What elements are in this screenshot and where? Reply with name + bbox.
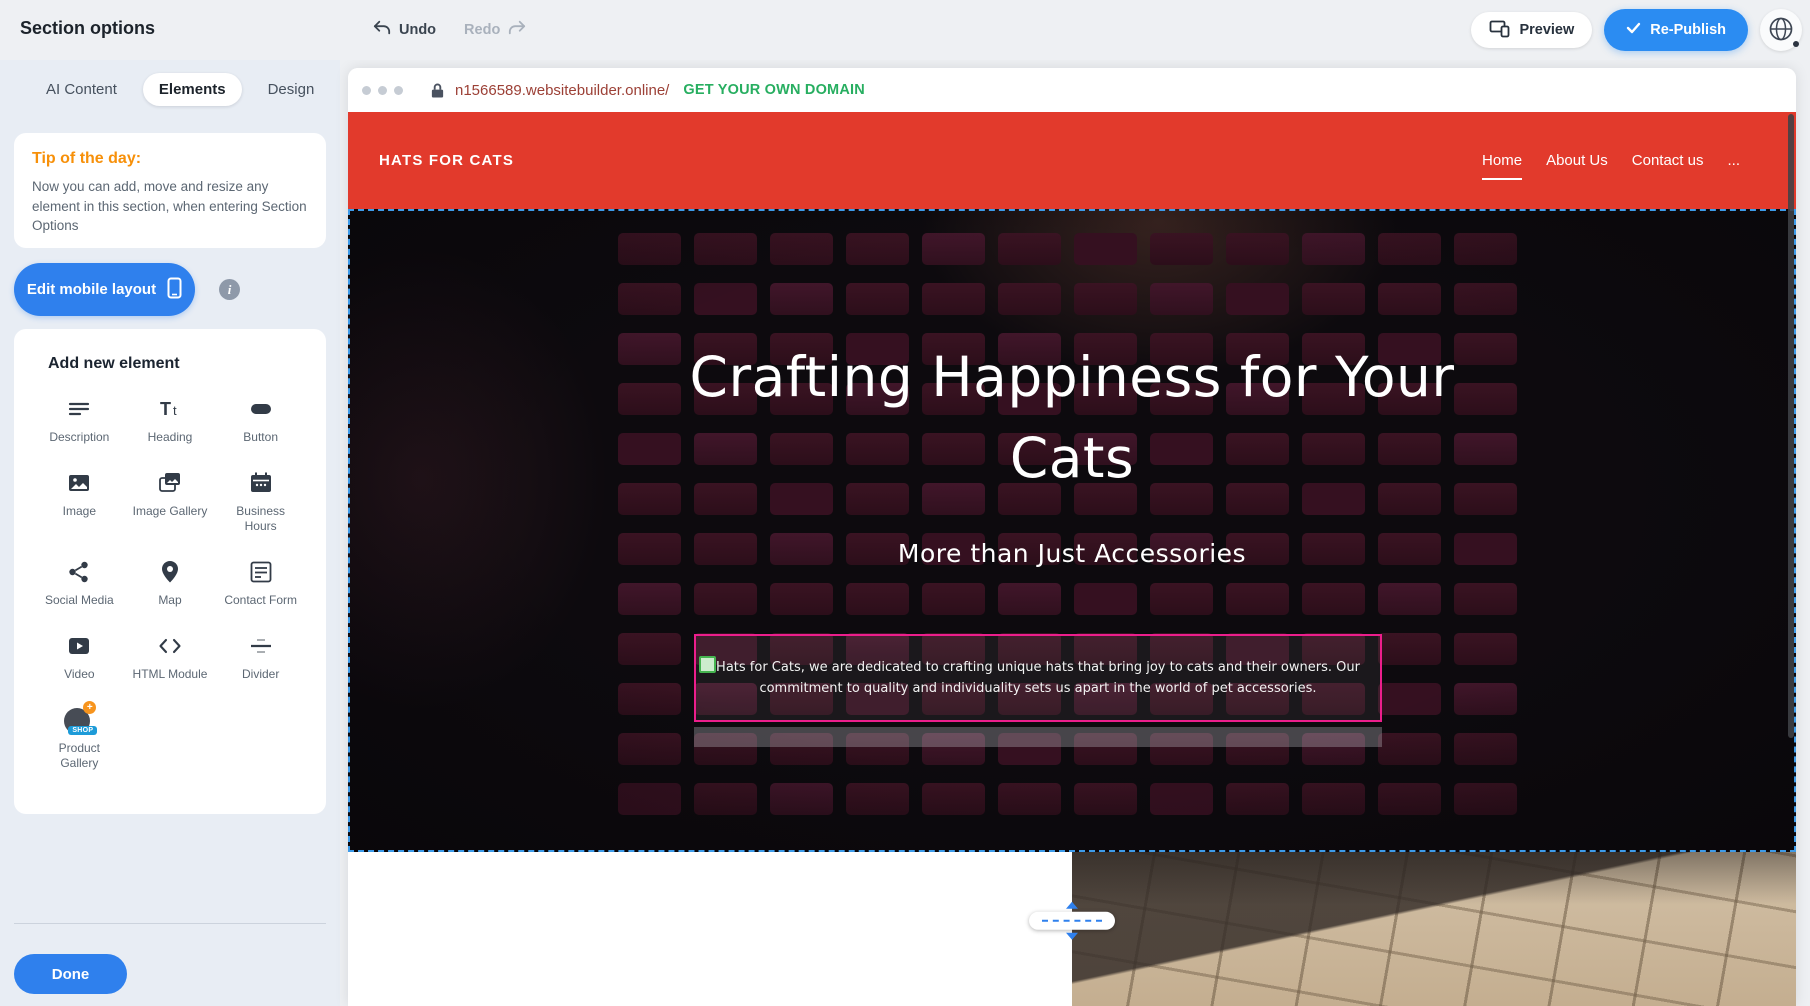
element-video[interactable]: Video xyxy=(34,632,125,682)
window-dot xyxy=(362,86,371,95)
hero-subheading[interactable]: More than Just Accessories xyxy=(898,539,1246,568)
tip-title: Tip of the day: xyxy=(32,150,308,168)
add-element-panel: Add new element Description Tt Heading xyxy=(14,329,326,814)
edit-mobile-layout-button[interactable]: Edit mobile layout xyxy=(14,263,195,316)
nav-home[interactable]: Home xyxy=(1482,152,1522,169)
element-image-gallery[interactable]: Image Gallery xyxy=(125,469,216,534)
site-url[interactable]: n1566589.websitebuilder.online/ xyxy=(455,82,669,99)
preview-label: Preview xyxy=(1519,22,1574,38)
republish-button[interactable]: Re-Publish xyxy=(1604,9,1748,51)
topbar: Section options Undo Redo Preview xyxy=(0,0,1810,60)
ghost-element-strip xyxy=(694,727,1382,747)
done-button[interactable]: Done xyxy=(14,954,127,994)
tab-elements[interactable]: Elements xyxy=(143,73,242,106)
selected-text-element[interactable]: Hats for Cats, we are dedicated to craft… xyxy=(694,634,1382,722)
element-divider[interactable]: Divider xyxy=(215,632,306,682)
site-nav: Home About Us Contact us ... xyxy=(1482,112,1740,209)
contact-form-icon xyxy=(248,558,274,586)
arrow-up-icon xyxy=(1065,902,1079,910)
element-social-media[interactable]: Social Media xyxy=(34,558,125,608)
tip-of-the-day-card: Tip of the day: Now you can add, move an… xyxy=(14,133,326,248)
element-map[interactable]: Map xyxy=(125,558,216,608)
html-module-icon xyxy=(157,632,183,660)
element-html-module[interactable]: HTML Module xyxy=(125,632,216,682)
info-icon[interactable]: i xyxy=(219,279,240,300)
shop-badge: SHOP xyxy=(68,726,97,735)
app: Section options Undo Redo Preview xyxy=(0,0,1810,1006)
window-dot xyxy=(378,86,387,95)
next-section-blank xyxy=(348,852,1072,1006)
history-controls: Undo Redo xyxy=(372,0,527,60)
undo-label: Undo xyxy=(399,22,436,38)
tip-body: Now you can add, move and resize any ele… xyxy=(32,177,308,236)
site-preview-canvas: n1566589.websitebuilder.online/ GET YOUR… xyxy=(348,68,1796,1006)
sidebar-divider xyxy=(14,923,326,924)
hero-vignette xyxy=(348,209,1796,852)
dashed-line xyxy=(1042,920,1102,922)
globe-icon xyxy=(1768,16,1794,45)
resize-pill xyxy=(1029,912,1115,930)
element-product-gallery[interactable]: + SHOP Product Gallery xyxy=(34,706,125,771)
button-icon xyxy=(248,395,274,423)
svg-text:t: t xyxy=(173,403,177,418)
element-heading[interactable]: Tt Heading xyxy=(125,395,216,445)
hero-paragraph[interactable]: Hats for Cats, we are dedicated to craft… xyxy=(696,657,1380,700)
redo-icon xyxy=(507,19,527,41)
arrow-down-icon xyxy=(1065,932,1079,940)
section-resize-handle[interactable] xyxy=(1029,902,1115,940)
description-icon xyxy=(66,395,92,423)
window-dot xyxy=(394,86,403,95)
preview-devices-icon xyxy=(1489,19,1510,42)
pavement-photo xyxy=(1072,852,1796,1006)
browser-bar: n1566589.websitebuilder.online/ GET YOUR… xyxy=(348,68,1796,112)
heading-icon: Tt xyxy=(157,395,183,423)
get-domain-link[interactable]: GET YOUR OWN DOMAIN xyxy=(683,82,865,98)
element-drag-handle[interactable] xyxy=(699,656,716,673)
tab-ai-content[interactable]: AI Content xyxy=(30,73,133,106)
language-globe-button[interactable] xyxy=(1760,9,1802,51)
plus-badge: + xyxy=(83,701,96,714)
phone-icon xyxy=(167,277,182,303)
social-media-icon xyxy=(66,558,92,586)
divider-icon xyxy=(248,632,274,660)
sidebar-tabs: AI Content Elements Design xyxy=(30,73,330,106)
check-icon xyxy=(1626,22,1641,38)
section-options-sidebar: AI Content Elements Design Tip of the da… xyxy=(0,60,340,1006)
mobile-layout-row: Edit mobile layout i xyxy=(14,263,240,316)
preview-scrollbar[interactable] xyxy=(1788,114,1794,738)
element-description[interactable]: Description xyxy=(34,395,125,445)
preview-button[interactable]: Preview xyxy=(1471,12,1592,48)
panel-title: Section options xyxy=(20,18,155,39)
site-logo[interactable]: HATS FOR CATS xyxy=(379,152,514,169)
element-image[interactable]: Image xyxy=(34,469,125,534)
svg-text:T: T xyxy=(160,399,171,419)
add-element-title: Add new element xyxy=(48,355,306,373)
product-gallery-icon: + SHOP xyxy=(62,706,96,734)
tab-design[interactable]: Design xyxy=(252,73,331,106)
nav-more[interactable]: ... xyxy=(1727,152,1740,169)
notification-dot xyxy=(1793,41,1799,47)
business-hours-icon xyxy=(248,469,274,497)
republish-label: Re-Publish xyxy=(1650,22,1726,38)
lock-icon xyxy=(430,82,445,99)
redo-label: Redo xyxy=(464,22,500,38)
image-icon xyxy=(66,469,92,497)
redo-button[interactable]: Redo xyxy=(464,19,527,41)
hero-heading[interactable]: Crafting Happiness for Your Cats xyxy=(657,337,1487,499)
nav-about-us[interactable]: About Us xyxy=(1546,152,1608,169)
element-grid: Description Tt Heading Button xyxy=(34,395,306,771)
topbar-actions: Preview Re-Publish xyxy=(1471,8,1802,52)
element-business-hours[interactable]: Business Hours xyxy=(215,469,306,534)
map-icon xyxy=(157,558,183,586)
video-icon xyxy=(66,632,92,660)
hero-section[interactable]: Crafting Happiness for Your Cats More th… xyxy=(348,209,1796,852)
element-button[interactable]: Button xyxy=(215,395,306,445)
image-gallery-icon xyxy=(157,469,183,497)
edit-mobile-label: Edit mobile layout xyxy=(27,281,156,298)
site-header[interactable]: HATS FOR CATS Home About Us Contact us .… xyxy=(348,112,1796,209)
nav-contact-us[interactable]: Contact us xyxy=(1632,152,1704,169)
undo-icon xyxy=(372,19,392,41)
element-contact-form[interactable]: Contact Form xyxy=(215,558,306,608)
undo-button[interactable]: Undo xyxy=(372,19,436,41)
